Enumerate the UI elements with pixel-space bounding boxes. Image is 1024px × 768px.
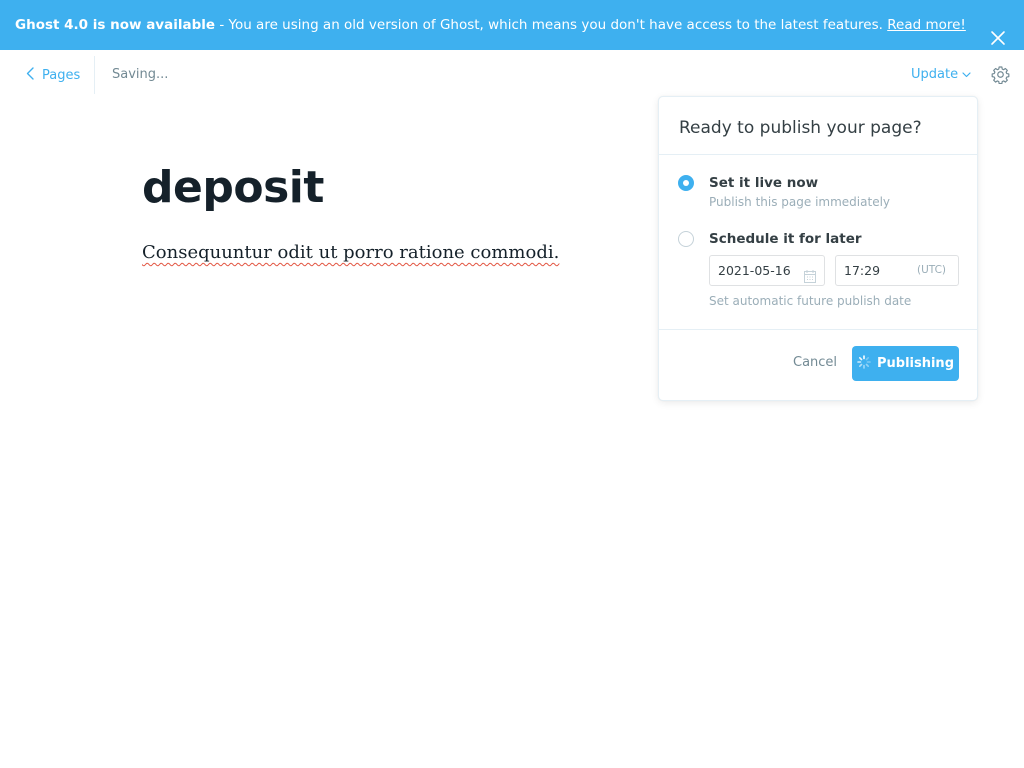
publish-button-label: Publishing [876,356,954,371]
popover-divider [659,154,977,155]
publish-popover: Ready to publish your page? Set it live … [658,96,978,401]
update-menu-trigger[interactable]: Update [911,67,971,82]
gear-icon[interactable] [991,65,1010,85]
header-divider [94,56,95,94]
back-link-label: Pages [42,67,81,83]
cancel-button[interactable]: Cancel [793,355,837,370]
calendar-icon[interactable] [804,264,816,293]
spinner-icon [857,354,877,373]
publish-now-radio[interactable] [678,175,694,191]
back-to-pages-link[interactable]: Pages [26,66,80,84]
banner-headline: Ghost 4.0 is now available [15,17,216,33]
banner-message: - You are using an old version of Ghost,… [215,17,888,33]
update-banner: Ghost 4.0 is now available - You are usi… [0,0,1024,50]
close-icon[interactable] [990,17,1006,45]
read-more-link[interactable]: Read more! [887,17,966,33]
publish-popover-title: Ready to publish your page? [679,118,922,138]
chevron-left-icon [26,66,42,84]
post-body-editor[interactable]: Consequuntur odit ut porro ratione commo… [142,242,559,263]
publish-now-description: Publish this page immediately [709,195,891,209]
publish-now-label[interactable]: Set it live now [709,175,818,191]
timezone-label: (UTC) [916,264,946,276]
chevron-down-icon [958,67,971,82]
schedule-radio[interactable] [678,231,694,247]
schedule-time-input[interactable]: 17:29 (UTC) [835,255,959,286]
publish-button[interactable]: Publishing [852,346,959,381]
schedule-date-input[interactable]: 2021-05-16 [709,255,825,286]
schedule-label[interactable]: Schedule it for later [709,231,862,247]
popover-footer-divider [659,329,977,330]
schedule-description: Set automatic future publish date [709,294,912,308]
date-value: 2021-05-16 [718,263,791,278]
update-label: Update [911,67,959,82]
save-status: Saving... [112,67,169,82]
post-title-input[interactable]: deposit [142,162,324,213]
time-value: 17:29 [844,263,881,278]
